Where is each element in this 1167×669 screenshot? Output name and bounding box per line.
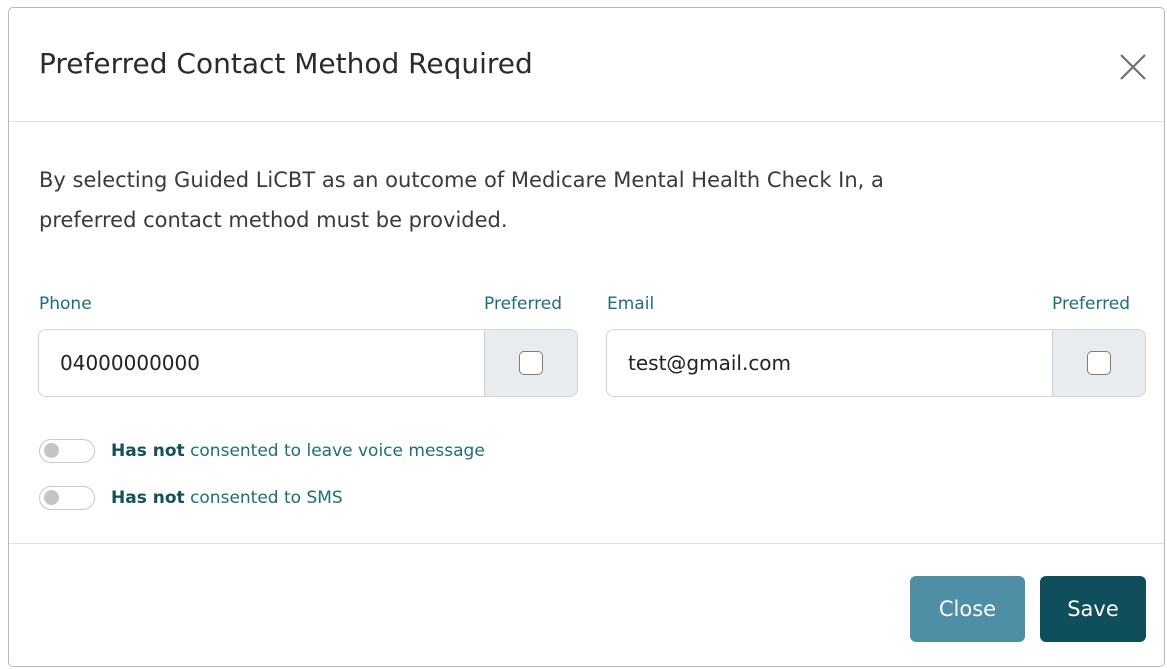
email-preferred-checkbox[interactable] — [1087, 351, 1111, 375]
phone-preferred-addon — [484, 330, 577, 396]
email-input[interactable] — [607, 330, 1052, 396]
sms-consent-row: Has not consented to SMS — [39, 484, 343, 512]
modal-title: Preferred Contact Method Required — [39, 47, 533, 80]
email-input-group — [606, 329, 1146, 397]
email-label: Email — [607, 294, 655, 314]
sms-consent-label: Has not consented to SMS — [111, 488, 343, 508]
phone-preferred-label: Preferred — [484, 294, 563, 314]
email-preferred-addon — [1052, 330, 1145, 396]
sms-consent-toggle[interactable] — [39, 486, 95, 510]
voice-message-consent-toggle[interactable] — [39, 439, 95, 463]
close-button[interactable]: Close — [910, 576, 1025, 642]
modal-body: By selecting Guided LiCBT as an outcome … — [9, 122, 1164, 543]
modal-close-button[interactable] — [1116, 50, 1150, 84]
close-icon — [1120, 54, 1146, 80]
toggle-knob — [44, 490, 59, 505]
intro-line-1: By selecting Guided LiCBT as an outcome … — [39, 168, 884, 192]
intro-text: By selecting Guided LiCBT as an outcome … — [39, 160, 1089, 240]
toggle-knob — [44, 443, 59, 458]
modal-header: Preferred Contact Method Required — [9, 8, 1164, 122]
consent-text: consented to leave voice message — [190, 441, 485, 461]
consent-text: consented to SMS — [190, 488, 343, 508]
voice-message-consent-label: Has not consented to leave voice message — [111, 441, 485, 461]
phone-input-group — [38, 329, 578, 397]
consent-emphasis: Has not — [111, 488, 185, 508]
intro-line-2: preferred contact method must be provide… — [39, 208, 508, 232]
phone-label: Phone — [39, 294, 92, 314]
phone-input[interactable] — [39, 330, 484, 396]
voice-message-consent-row: Has not consented to leave voice message — [39, 437, 485, 465]
phone-preferred-checkbox[interactable] — [519, 351, 543, 375]
save-button[interactable]: Save — [1040, 576, 1146, 642]
consent-emphasis: Has not — [111, 441, 185, 461]
modal-footer: Close Save — [9, 543, 1164, 667]
preferred-contact-modal: Preferred Contact Method Required By sel… — [8, 7, 1165, 667]
email-preferred-label: Preferred — [1052, 294, 1131, 314]
